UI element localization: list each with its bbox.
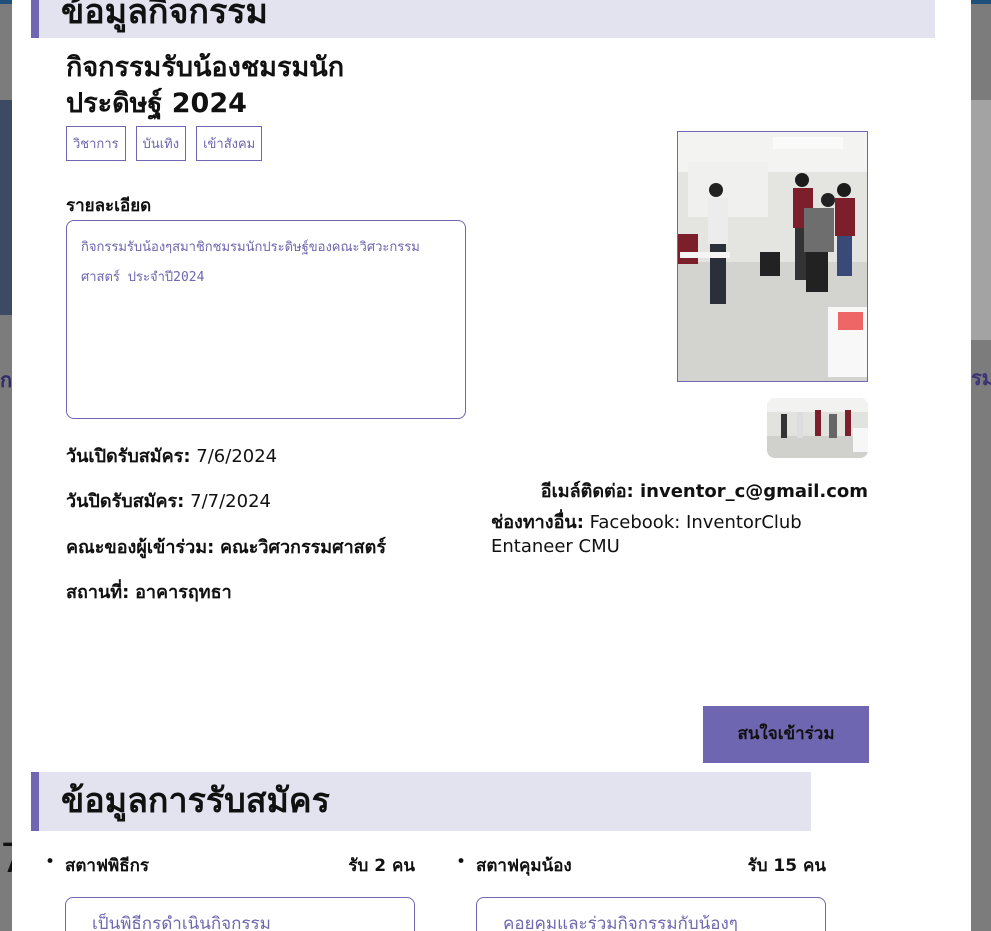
faculty-value: คณะวิศวกรรมศาสตร์ — [220, 537, 387, 558]
detail-label: รายละเอียด — [66, 196, 152, 216]
participant-faculty: คณะของผู้เข้าร่วม: คณะวิศวกรรมศาสตร์ — [66, 532, 386, 561]
bullet-icon: • — [45, 852, 56, 872]
role-item-mc: • สตาฟพิธีกร รับ 2 คน — [45, 852, 415, 879]
background-card-image — [971, 100, 991, 340]
role-name: สตาฟพิธีกร — [65, 856, 150, 876]
close-date-value: 7/7/2024 — [190, 491, 271, 512]
contact-email: อีเมล์ติดต่อ: inventor_c@gmail.com — [541, 476, 868, 505]
email-label: อีเมล์ติดต่อ: — [540, 481, 634, 502]
other-channel: ช่องทางอื่น: Facebook: InventorClub Enta… — [491, 511, 851, 559]
background-left-column: ก — [0, 4, 12, 931]
other-channel-label: ช่องทางอื่น: — [491, 512, 584, 533]
background-card-title: รม — [971, 366, 991, 390]
background-card-image — [0, 100, 12, 315]
tag-list: วิชาการ บันเทิง เข้าสังคม — [66, 126, 263, 161]
tag-entertainment: บันเทิง — [135, 126, 187, 161]
bullet-icon: • — [456, 852, 467, 872]
activity-photo — [677, 131, 868, 382]
thumbnail-image — [767, 398, 868, 458]
activity-info-header: ข้อมูลกิจกรรม — [31, 0, 935, 38]
role-count: รับ 2 คน — [348, 856, 415, 876]
email-value: inventor_c@gmail.com — [639, 481, 868, 502]
activity-modal: ข้อมูลกิจกรรม กิจกรรมรับน้องชมรมนักประดิ… — [12, 0, 971, 931]
faculty-label: คณะของผู้เข้าร่วม: — [66, 537, 215, 558]
activity-photo-image — [678, 132, 867, 381]
activity-title: กิจกรรมรับน้องชมรมนักประดิษฐ์ 2024 — [66, 52, 345, 119]
tag-academic: วิชาการ — [66, 126, 126, 161]
role-name: สตาฟคุมน้อง — [476, 856, 572, 876]
open-date-label: วันเปิดรับสมัคร: — [66, 446, 191, 467]
open-date-value: 7/6/2024 — [196, 446, 278, 467]
detail-textarea[interactable]: กิจกรรมรับน้องๆสมาชิกชมรมนักประดิษฐ์ของค… — [66, 220, 466, 419]
open-date: วันเปิดรับสมัคร: 7/6/2024 — [66, 441, 277, 470]
location-value: อาคารฤทธา — [135, 582, 232, 603]
role-item-supervisor: • สตาฟคุมน้อง รับ 15 คน — [456, 852, 826, 879]
activity-photo-thumbnail[interactable] — [767, 398, 868, 458]
location-label: สถานที่: — [66, 582, 130, 603]
role-description-mc[interactable]: เป็นพิธีกรดำเนินกิจกรรม — [65, 897, 415, 931]
close-date-label: วันปิดรับสมัคร: — [66, 491, 185, 512]
role-count: รับ 15 คน — [747, 856, 826, 876]
background-right-column: รม — [971, 4, 991, 931]
location: สถานที่: อาคารฤทธา — [66, 577, 232, 606]
join-button[interactable]: สนใจเข้าร่วม — [703, 706, 869, 763]
tag-social: เข้าสังคม — [196, 126, 263, 161]
close-date: วันปิดรับสมัคร: 7/7/2024 — [66, 486, 271, 515]
background-card-title: ก — [0, 368, 12, 392]
role-description-supervisor[interactable]: คอยคุมและร่วมกิจกรรมกับน้องๆ — [476, 897, 826, 931]
registration-info-header: ข้อมูลการรับสมัคร — [31, 772, 811, 831]
